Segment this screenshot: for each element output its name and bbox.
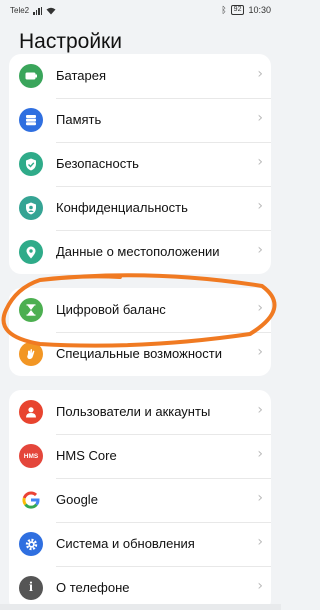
settings-item-label: Система и обновления: [56, 536, 195, 551]
battery-icon: [19, 64, 43, 88]
chevron-right-icon: ›: [257, 490, 263, 506]
settings-item-location[interactable]: Данные о местоположении ›: [9, 230, 271, 274]
settings-group-1: Батарея › Память › Безопасность › Конфид…: [9, 54, 271, 274]
settings-item-label: О телефоне: [56, 580, 130, 595]
settings-item-hms-core[interactable]: HMS HMS Core ›: [9, 434, 271, 478]
hourglass-icon: [19, 298, 43, 322]
privacy-icon: [19, 196, 43, 220]
battery-indicator: 92: [230, 5, 245, 15]
bluetooth-icon: ᛒ: [221, 5, 227, 15]
settings-item-label: Данные о местоположении: [56, 244, 220, 259]
wifi-icon: [46, 7, 56, 14]
gear-icon: [19, 532, 43, 556]
accessibility-icon: [19, 342, 43, 366]
settings-item-security[interactable]: Безопасность ›: [9, 142, 271, 186]
chevron-right-icon: ›: [257, 154, 263, 170]
carrier-label: Tele2: [10, 6, 30, 15]
settings-item-label: Безопасность: [56, 156, 139, 171]
user-icon: [19, 400, 43, 424]
settings-item-label: Специальные возможности: [56, 346, 222, 361]
settings-group-2: Цифровой баланс › Специальные возможност…: [9, 288, 271, 376]
settings-item-google[interactable]: Google ›: [9, 478, 271, 522]
chevron-right-icon: ›: [257, 402, 263, 418]
chevron-right-icon: ›: [257, 534, 263, 550]
chevron-right-icon: ›: [257, 344, 263, 360]
chevron-right-icon: ›: [257, 578, 263, 594]
storage-icon: [19, 108, 43, 132]
settings-item-label: Конфиденциальность: [56, 200, 188, 215]
settings-item-label: Батарея: [56, 68, 107, 83]
settings-item-battery[interactable]: Батарея ›: [9, 54, 271, 98]
location-icon: [19, 240, 43, 264]
settings-item-label: Память: [56, 112, 102, 127]
info-icon: i: [19, 576, 43, 600]
settings-item-accessibility[interactable]: Специальные возможности ›: [9, 332, 271, 376]
bottom-edge: [0, 604, 281, 610]
settings-item-digital-balance[interactable]: Цифровой баланс ›: [9, 288, 271, 332]
settings-item-label: HMS Core: [56, 448, 117, 463]
hms-icon: HMS: [19, 444, 43, 468]
chevron-right-icon: ›: [257, 198, 263, 214]
shield-icon: [19, 152, 43, 176]
chevron-right-icon: ›: [257, 446, 263, 462]
chevron-right-icon: ›: [257, 300, 263, 316]
settings-item-system-updates[interactable]: Система и обновления ›: [9, 522, 271, 566]
signal-icon: [33, 6, 43, 15]
google-icon: [19, 488, 43, 512]
page-title: Настройки: [19, 30, 122, 53]
settings-item-label: Пользователи и аккаунты: [56, 404, 211, 419]
clock: 10:30: [248, 5, 271, 15]
chevron-right-icon: ›: [257, 110, 263, 126]
settings-item-label: Цифровой баланс: [56, 302, 166, 317]
settings-item-storage[interactable]: Память ›: [9, 98, 271, 142]
settings-item-privacy[interactable]: Конфиденциальность ›: [9, 186, 271, 230]
settings-item-users[interactable]: Пользователи и аккаунты ›: [9, 390, 271, 434]
settings-item-label: Google: [56, 492, 98, 507]
chevron-right-icon: ›: [257, 242, 263, 258]
status-bar: Tele2 ᛒ 92 10:30: [0, 0, 281, 22]
chevron-right-icon: ›: [257, 66, 263, 82]
settings-group-3: Пользователи и аккаунты › HMS HMS Core ›…: [9, 390, 271, 610]
